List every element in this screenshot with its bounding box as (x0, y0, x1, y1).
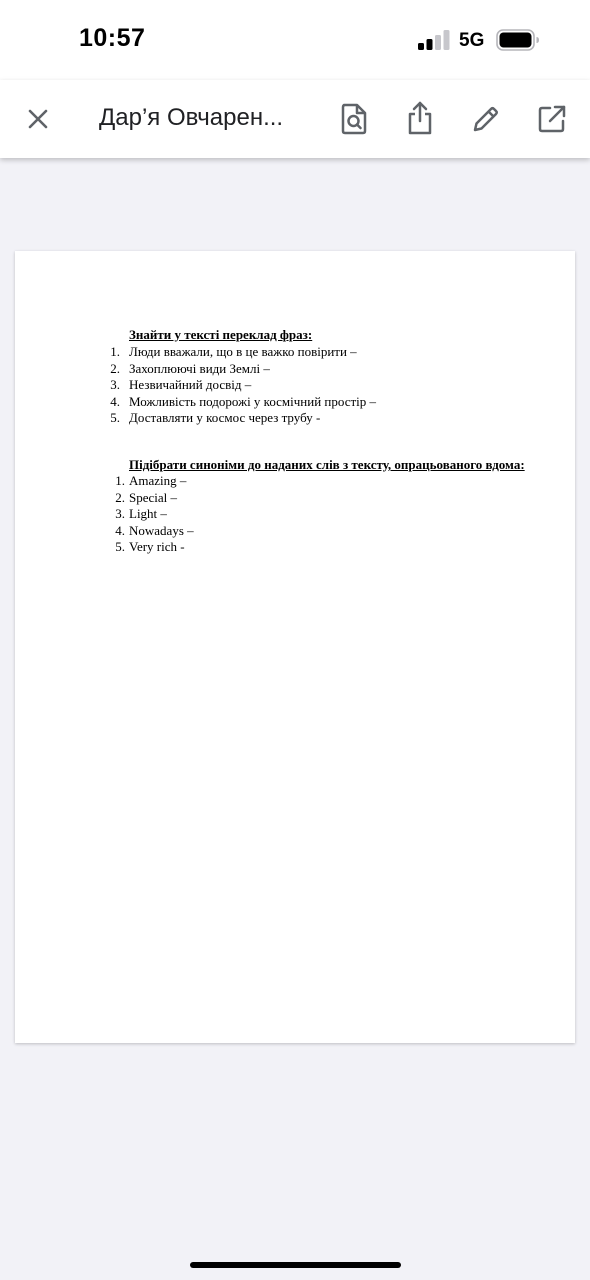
list-item-number: 4. (110, 393, 120, 409)
share-icon (408, 101, 432, 135)
phrases-list: 1. Люди вважали, що в це важко повірити –… (105, 344, 376, 427)
cellular-signal-icon (418, 30, 450, 50)
list-item: 2. Захоплюючі види Землі – (105, 361, 376, 378)
list-item-number: 3. (115, 506, 125, 521)
list-item-number: 1. (115, 473, 125, 488)
list-item-number: 5. (115, 539, 125, 554)
list-item-number: 2. (110, 360, 120, 376)
list-item: 5. Very rich - (105, 539, 194, 556)
list-item-text: Люди вважали, що в це важко повірити – (129, 344, 357, 359)
list-item: 3. Незвичайний досвід – (105, 377, 376, 394)
list-item-text: Незвичайний досвід – (129, 377, 252, 392)
list-item-text: Захоплюючі види Землі – (129, 360, 270, 376)
section-heading-synonyms: Підібрати синоніми до наданих слів з тек… (129, 457, 525, 472)
viewer-toolbar: Дар’я Овчарен... (0, 80, 590, 158)
edit-button[interactable] (471, 104, 501, 134)
list-item-text: Можливість подорожі у космічний простір … (129, 393, 377, 409)
share-button[interactable] (405, 100, 435, 136)
list-item-number: 4. (115, 522, 125, 538)
synonyms-list: 1. Amazing – 2. Special – 3. Light – 4. Nowa… (105, 473, 194, 556)
open-in-app-button[interactable] (537, 104, 567, 134)
list-item: 4. Nowadays – (105, 522, 194, 540)
close-button[interactable] (22, 103, 54, 135)
list-item-text: Very rich - (129, 539, 185, 554)
list-item-text: Amazing – (129, 473, 187, 488)
list-item-number: 1. (110, 344, 120, 359)
edit-pencil-icon (473, 107, 498, 132)
battery-icon (496, 29, 539, 51)
list-item: 2. Special – (105, 490, 194, 507)
section-heading-translate-phrases: Знайти у тексті переклад фраз: (129, 327, 313, 342)
network-type: 5G (459, 30, 485, 51)
list-item: 1. Люди вважали, що в це важко повірити – (105, 344, 376, 361)
list-item-text: Special – (129, 489, 178, 505)
document-page[interactable]: Знайти у тексті переклад фраз: 1. Люди вв… (15, 251, 575, 1043)
list-item: 1. Amazing – (105, 473, 194, 490)
list-item-number: 5. (110, 410, 120, 425)
list-item-text: Light – (129, 506, 167, 521)
close-icon (28, 109, 48, 129)
find-in-document-button[interactable] (339, 102, 369, 136)
home-indicator[interactable] (190, 1262, 401, 1268)
list-item: 3. Light – (105, 506, 194, 523)
list-item-number: 3. (110, 377, 120, 392)
document-title: Дар’я Овчарен... (99, 104, 284, 131)
open-external-icon (538, 105, 566, 133)
status-time: 10:57 (79, 24, 146, 52)
find-in-document-icon (341, 103, 367, 135)
status-bar: 10:57 5G (0, 0, 590, 80)
list-item: 4. Можливість подорожі у космічний прості… (105, 394, 376, 411)
list-item-text: Nowadays – (129, 522, 194, 538)
list-item-number: 2. (115, 489, 125, 505)
list-item: 5. Доставляти у космос через трубу - (105, 410, 376, 427)
list-item-text: Доставляти у космос через трубу - (129, 410, 321, 425)
